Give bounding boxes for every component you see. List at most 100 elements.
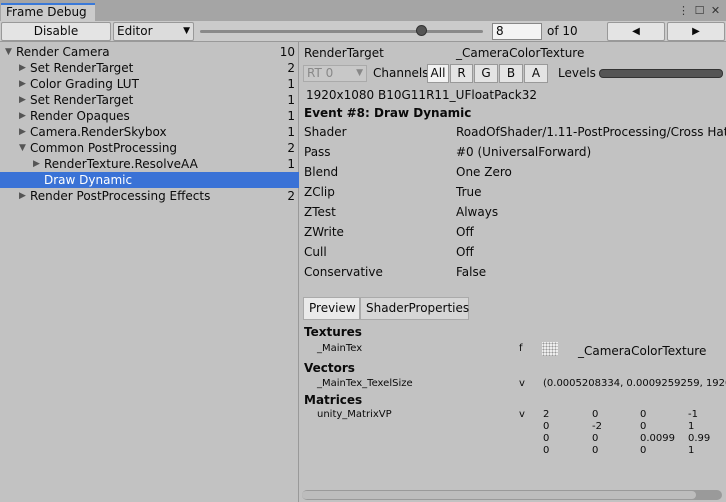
texture-thumbnail[interactable] — [542, 342, 558, 356]
matrix-name: unity_MatrixVP — [317, 409, 392, 420]
tree-item-label: Render Camera — [16, 45, 110, 59]
tree-item-label: Color Grading LUT — [30, 77, 139, 91]
tree-item[interactable]: Draw Dynamic — [0, 172, 299, 188]
target-select-value: Editor — [117, 24, 153, 38]
tree-item[interactable]: ▶ Render Opaques 1 — [0, 108, 299, 124]
toolbar: Disable Editor ▼ 8 of 10 ◀ ▶ — [0, 21, 726, 42]
matrices-heading: Matrices — [304, 393, 363, 407]
collapsed-arrow-icon[interactable]: ▶ — [19, 108, 26, 124]
collapsed-arrow-icon[interactable]: ▶ — [19, 92, 26, 108]
tree-item-label: RenderTexture.ResolveAA — [44, 157, 198, 171]
chevron-down-icon: ▼ — [356, 68, 363, 78]
previous-frame-button[interactable]: ◀ — [607, 22, 665, 41]
collapsed-arrow-icon[interactable]: ▶ — [33, 156, 40, 172]
channel-r-button[interactable]: R — [450, 64, 473, 83]
property-key: Conservative — [304, 265, 383, 279]
tree-item-count: 1 — [287, 125, 295, 139]
event-details-panel: RenderTarget _CameraColorTexture RT 0 ▼ … — [300, 42, 726, 502]
tree-item-count: 1 — [287, 93, 295, 107]
collapsed-arrow-icon[interactable]: ▶ — [19, 188, 26, 204]
matrix-cell: 0 — [640, 445, 647, 456]
channel-g-button[interactable]: G — [474, 64, 498, 83]
window-tab-bar: Frame Debug ⋮ ☐ ✕ — [0, 0, 726, 21]
expanded-arrow-icon[interactable]: ▼ — [19, 140, 26, 156]
matrix-stage: v — [519, 409, 525, 420]
previous-icon: ◀ — [632, 26, 640, 37]
frame-number-input[interactable]: 8 — [492, 23, 542, 40]
tree-item-label: Draw Dynamic — [44, 173, 133, 187]
vectors-heading: Vectors — [304, 361, 355, 375]
property-key: Blend — [304, 165, 339, 179]
tab-frame-debug[interactable]: Frame Debug — [1, 3, 95, 21]
property-value: Off — [456, 245, 474, 259]
tree-item[interactable]: ▼ Render Camera 10 — [0, 44, 299, 60]
matrix-cell: 0.0099 — [640, 433, 675, 444]
collapsed-arrow-icon[interactable]: ▶ — [19, 124, 26, 140]
matrix-cell: 0 — [543, 445, 550, 456]
tree-item[interactable]: ▶ Set RenderTarget 2 — [0, 60, 299, 76]
property-key: ZWrite — [304, 225, 344, 239]
disable-button[interactable]: Disable — [1, 22, 111, 41]
tab-shader-properties[interactable]: ShaderProperties — [360, 297, 469, 320]
expanded-arrow-icon[interactable]: ▼ — [5, 44, 12, 60]
frame-slider[interactable] — [200, 25, 483, 36]
property-key: ZClip — [304, 185, 335, 199]
tree-item[interactable]: ▶ Set RenderTarget 1 — [0, 92, 299, 108]
tree-item[interactable]: ▼ Common PostProcessing 2 — [0, 140, 299, 156]
texture-value: _CameraColorTexture — [578, 344, 707, 358]
matrix-cell: 0 — [592, 445, 599, 456]
matrix-cell: 0 — [592, 433, 599, 444]
maximize-icon[interactable]: ☐ — [693, 4, 706, 17]
tree-item-count: 1 — [287, 157, 295, 171]
tree-item-count: 10 — [279, 45, 295, 59]
property-value: Off — [456, 225, 474, 239]
vector-name: _MainTex_TexelSize — [317, 378, 413, 389]
channel-b-button[interactable]: B — [499, 64, 523, 83]
matrix-cell: -1 — [688, 409, 698, 420]
tree-item-count: 1 — [287, 77, 295, 91]
horizontal-scrollbar[interactable] — [302, 490, 722, 500]
collapsed-arrow-icon[interactable]: ▶ — [19, 60, 26, 76]
frame-slider-thumb[interactable] — [415, 25, 427, 36]
channel-all-button[interactable]: All — [427, 64, 449, 83]
matrix-cell: 0 — [543, 433, 550, 444]
event-title: Event #8: Draw Dynamic — [304, 106, 472, 120]
textures-heading: Textures — [304, 325, 362, 339]
horizontal-scrollbar-thumb[interactable] — [302, 491, 696, 499]
tree-item-count: 2 — [287, 189, 295, 203]
tree-item[interactable]: ▶ RenderTexture.ResolveAA 1 — [0, 156, 299, 172]
kebab-menu-icon[interactable]: ⋮ — [677, 4, 690, 17]
tree-item[interactable]: ▶ Color Grading LUT 1 — [0, 76, 299, 92]
rt-select[interactable]: RT 0 ▼ — [303, 65, 367, 82]
matrix-cell: 1 — [688, 445, 695, 456]
matrix-cell: 2 — [543, 409, 550, 420]
tab-preview[interactable]: Preview — [303, 297, 360, 320]
vector-stage: v — [519, 378, 525, 389]
matrix-cell: 0 — [592, 409, 599, 420]
property-value: False — [456, 265, 487, 279]
levels-label: Levels — [558, 66, 596, 80]
frame-total-label: of 10 — [547, 24, 578, 38]
property-key: Pass — [304, 145, 331, 159]
levels-range-slider[interactable] — [599, 69, 723, 78]
property-key: ZTest — [304, 205, 336, 219]
property-value: RoadOfShader/1.11-PostProcessing/Cross H… — [456, 125, 726, 139]
property-key: Shader — [304, 125, 347, 139]
channel-a-button[interactable]: A — [524, 64, 548, 83]
target-select[interactable]: Editor ▼ — [113, 22, 194, 41]
matrix-cell: 0 — [640, 409, 647, 420]
next-icon: ▶ — [692, 26, 700, 37]
next-frame-button[interactable]: ▶ — [667, 22, 725, 41]
close-icon[interactable]: ✕ — [709, 4, 722, 17]
matrix-cell: 0.99 — [688, 433, 711, 444]
render-target-label: RenderTarget — [304, 46, 384, 60]
collapsed-arrow-icon[interactable]: ▶ — [19, 76, 26, 92]
tree-item-label: Render PostProcessing Effects — [30, 189, 211, 203]
matrix-cell: -2 — [592, 421, 602, 432]
tree-item[interactable]: ▶ Camera.RenderSkybox 1 — [0, 124, 299, 140]
matrix-cell: 0 — [640, 421, 647, 432]
property-value: Always — [456, 205, 499, 219]
tree-item[interactable]: ▶ Render PostProcessing Effects 2 — [0, 188, 299, 204]
window-controls: ⋮ ☐ ✕ — [677, 4, 722, 17]
tree-item-label: Common PostProcessing — [30, 141, 178, 155]
